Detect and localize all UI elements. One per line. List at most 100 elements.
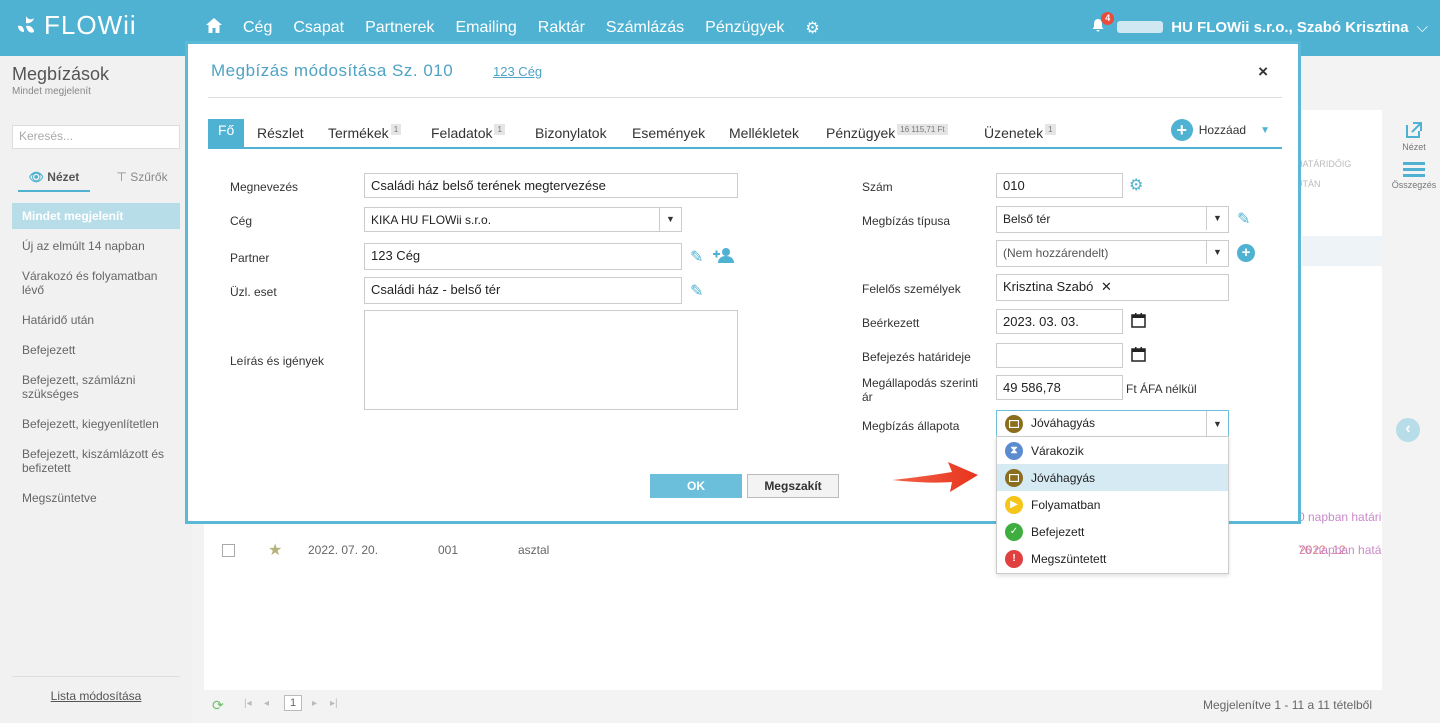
- company-select[interactable]: KIKA HU FLOWii s.r.o. ▼: [364, 207, 682, 232]
- ok-button[interactable]: OK: [650, 474, 742, 498]
- nav-csapat[interactable]: Csapat: [293, 19, 344, 37]
- dropdown-arrow-icon[interactable]: ▼: [659, 208, 681, 231]
- close-icon[interactable]: ×: [1258, 62, 1268, 82]
- page-number-input[interactable]: 1: [284, 695, 303, 711]
- case-label: Üzl. eset: [230, 285, 277, 299]
- type-select[interactable]: Belső tér ▼: [996, 206, 1229, 233]
- received-date-input[interactable]: 2023. 03. 03.: [996, 309, 1123, 334]
- view-external-icon[interactable]: Nézet: [1388, 120, 1440, 152]
- partner-input[interactable]: 123 Cég: [364, 243, 682, 270]
- nav-partnerek[interactable]: Partnerek: [365, 19, 434, 37]
- home-icon[interactable]: [206, 18, 222, 38]
- case-input[interactable]: Családi ház - belső tér: [364, 277, 682, 304]
- prev-page-icon[interactable]: ◂: [264, 698, 269, 709]
- number-input[interactable]: 010: [996, 173, 1123, 198]
- tab-products[interactable]: Termékek 1: [328, 121, 402, 145]
- add-person-icon[interactable]: [713, 247, 735, 268]
- summary-list-icon[interactable]: Összegzés: [1388, 162, 1440, 190]
- row-date: 2022. 07. 20.: [308, 543, 379, 557]
- sidebar-item-overdue[interactable]: Határidő után: [12, 307, 180, 333]
- tab-finance[interactable]: Pénzügyek 16 115,71 Ft: [826, 121, 948, 145]
- tab-events[interactable]: Események: [632, 121, 705, 145]
- sidebar-item-new14[interactable]: Új az elmúlt 14 napban: [12, 233, 180, 259]
- pencil-edit-icon[interactable]: ✎: [1237, 209, 1250, 229]
- add-circle-icon[interactable]: +: [1237, 244, 1255, 262]
- saved-views-list: Mindet megjelenít Új az elmúlt 14 napban…: [12, 203, 180, 515]
- responsible-tag: Krisztina Szabó: [1003, 279, 1094, 294]
- remove-tag-icon[interactable]: ✕: [1101, 279, 1112, 294]
- nav-ceg[interactable]: Cég: [243, 19, 272, 37]
- logo-text: FLOWii: [44, 10, 137, 40]
- exclamation-icon: !: [1005, 549, 1023, 568]
- calendar-icon[interactable]: [1131, 347, 1146, 365]
- responsible-tags-input[interactable]: Krisztina Szabó ✕: [996, 274, 1229, 301]
- sidebar-search-input[interactable]: Keresés...: [12, 125, 180, 149]
- row-due-previous: 0 napban határi: [1298, 510, 1382, 524]
- subtype-select[interactable]: (Nem hozzárendelt) ▼: [996, 240, 1229, 267]
- sidebar-item-finished[interactable]: Befejezett: [12, 337, 180, 363]
- sidebar-item-waiting[interactable]: Várakozó és folyamatban lévő: [12, 263, 180, 303]
- pencil-edit-icon[interactable]: ✎: [690, 281, 703, 301]
- status-option-cancelled[interactable]: ! Megszüntetett: [997, 545, 1228, 572]
- nav-penzugyek[interactable]: Pénzügyek: [705, 19, 784, 37]
- dialog-title: Megbízás módosítása Sz. 010: [211, 61, 454, 80]
- dropdown-arrow-icon[interactable]: ▼: [1206, 207, 1228, 230]
- dialog-tabs: Fő Részlet Termékek 1 Feladatok 1 Bizonyla…: [208, 119, 1282, 149]
- flowii-logo[interactable]: FLOWii: [14, 10, 137, 41]
- star-icon[interactable]: ★: [268, 540, 282, 560]
- tab-attachments[interactable]: Mellékletek: [729, 121, 799, 145]
- filter-icon: ⊤: [116, 170, 127, 184]
- chevron-down-icon[interactable]: ⌵: [1417, 19, 1428, 36]
- company-user-name[interactable]: HU FLOWii s.r.o., Szabó Krisztina: [1171, 19, 1408, 36]
- deadline-date-input[interactable]: [996, 343, 1123, 368]
- sidebar-item-cancelled[interactable]: Megszüntetve: [12, 485, 180, 511]
- pagination-status: Megjelenítve 1 - 11 a 11 tételből: [1203, 698, 1372, 712]
- tab-filters[interactable]: ⊤ Szűrők: [106, 170, 178, 192]
- dropdown-arrow-icon[interactable]: ▼: [1206, 241, 1228, 264]
- nav-szamlazas[interactable]: Számlázás: [606, 19, 684, 37]
- tab-main[interactable]: Fő: [208, 119, 245, 147]
- sidebar-item-paid[interactable]: Befejezett, kiszámlázott és befizetett: [12, 441, 180, 481]
- tab-tasks[interactable]: Feladatok 1: [431, 121, 505, 145]
- status-option-finished[interactable]: ✓ Befejezett: [997, 518, 1228, 545]
- add-menu-button[interactable]: + Hozzáad ▼: [1170, 119, 1270, 141]
- user-menu[interactable]: 4 HU FLOWii s.r.o., Szabó Krisztina ⌵: [1091, 12, 1428, 36]
- summary-label: Összegzés: [1391, 180, 1437, 190]
- cancel-button[interactable]: Megszakít: [747, 474, 839, 498]
- tab-view[interactable]: 👁 Nézet: [18, 170, 90, 192]
- status-option-waiting[interactable]: ⧗ Várakozik: [997, 437, 1228, 464]
- hourglass-icon: ⧗: [1005, 441, 1023, 460]
- description-textarea[interactable]: [364, 310, 738, 410]
- price-label: Megállapodás szerinti ár: [862, 376, 979, 404]
- settings-gear-icon[interactable]: ⚙: [805, 18, 819, 38]
- edit-list-link[interactable]: Lista módosítása: [12, 676, 180, 703]
- dropdown-arrow-icon[interactable]: ▼: [1206, 411, 1228, 437]
- price-input[interactable]: 49 586,78: [996, 375, 1123, 400]
- flowii-logo-icon: [18, 15, 34, 33]
- first-page-icon[interactable]: |◂: [244, 698, 252, 709]
- status-option-approval[interactable]: Jóváhagyás: [997, 464, 1228, 491]
- bell-icon[interactable]: 4: [1091, 12, 1115, 36]
- deadline-label: Befejezés határideje: [862, 350, 971, 364]
- next-page-icon[interactable]: ▸: [312, 698, 317, 709]
- status-select[interactable]: Jóváhagyás ▼: [996, 410, 1229, 438]
- nav-raktar[interactable]: Raktár: [538, 19, 585, 37]
- calendar-icon[interactable]: [1131, 313, 1146, 331]
- company-link[interactable]: 123 Cég: [493, 64, 542, 79]
- sidebar-item-unpaid[interactable]: Befejezett, kiegyenlítetlen: [12, 411, 180, 437]
- refresh-icon[interactable]: ⟳: [212, 697, 224, 714]
- pencil-edit-icon[interactable]: ✎: [690, 247, 703, 267]
- last-page-icon[interactable]: ▸|: [330, 698, 338, 709]
- tab-documents[interactable]: Bizonylatok: [535, 121, 607, 145]
- name-input[interactable]: Családi ház belső terének megtervezése: [364, 173, 738, 198]
- sidebar-item-all[interactable]: Mindet megjelenít: [12, 203, 180, 229]
- nav-emailing[interactable]: Emailing: [455, 19, 516, 37]
- chevron-left-icon[interactable]: ‹: [1396, 418, 1420, 442]
- row-checkbox[interactable]: [222, 544, 235, 557]
- tab-detail[interactable]: Részlet: [257, 121, 304, 145]
- gear-icon[interactable]: ⚙: [1129, 175, 1143, 195]
- status-option-in-progress[interactable]: ▶ Folyamatban: [997, 491, 1228, 518]
- sidebar-item-to-invoice[interactable]: Befejezett, számlázni szükséges: [12, 367, 180, 407]
- row-name: asztal: [518, 543, 550, 557]
- tab-messages[interactable]: Üzenetek 1: [984, 121, 1056, 145]
